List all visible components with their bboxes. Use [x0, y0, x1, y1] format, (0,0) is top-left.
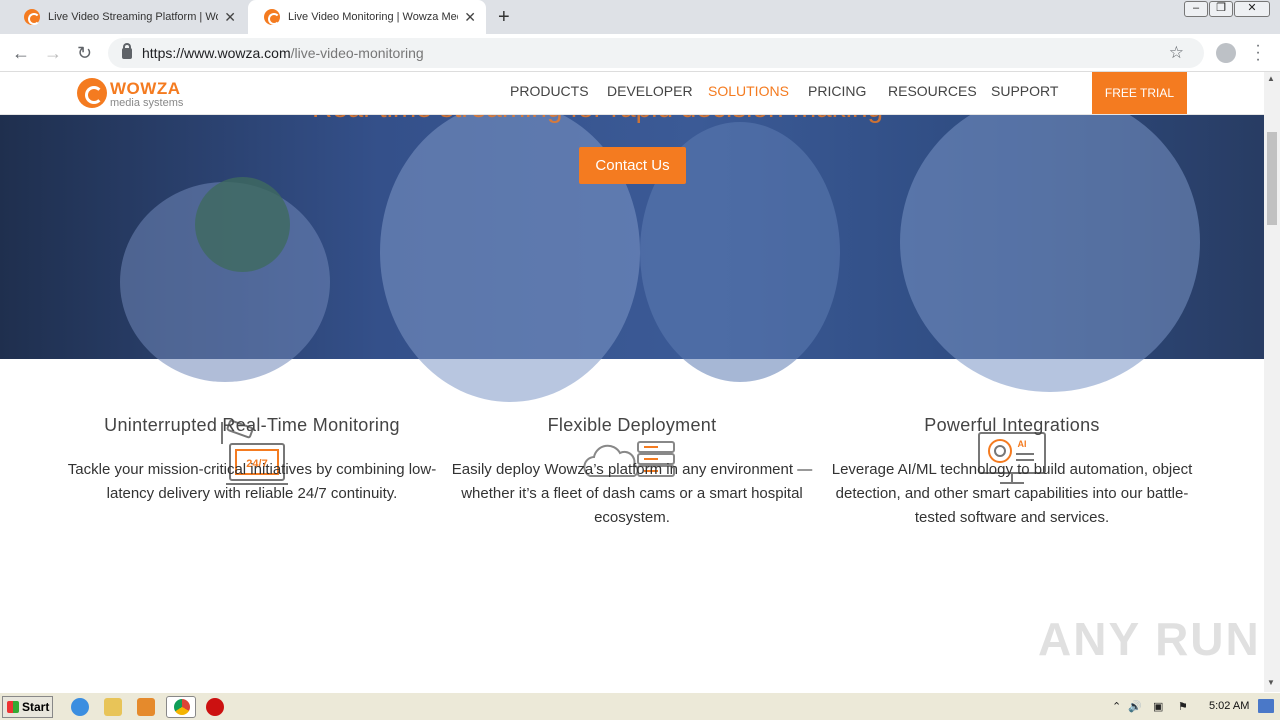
tray-expand-icon[interactable]: ⌃	[1112, 700, 1121, 713]
wowza-favicon-icon	[24, 9, 40, 25]
forward-arrow-icon[interactable]: →	[44, 43, 62, 64]
nav-developer[interactable]: DEVELOPER	[607, 83, 693, 99]
logo-brand-text: WOWZA	[110, 79, 181, 98]
volume-icon[interactable]: 🔊	[1128, 700, 1142, 713]
lock-icon	[122, 42, 132, 59]
show-desktop-icon[interactable]	[1258, 699, 1274, 713]
tab-live-video-streaming[interactable]: Live Video Streaming Platform | Wowza Me…	[8, 0, 246, 34]
wowza-favicon-icon	[264, 9, 280, 25]
start-button[interactable]: Start	[2, 696, 53, 718]
feature-title: Uninterrupted Real-Time Monitoring	[104, 415, 400, 435]
browser-tab-strip: Live Video Streaming Platform | Wowza Me…	[0, 0, 1280, 34]
feature-text: Tackle your mission-critical initiatives…	[67, 461, 437, 502]
address-bar[interactable]: https://www.wowza.com/live-video-monitor…	[108, 38, 1204, 68]
feature-text: Leverage AI/ML technology to build autom…	[831, 461, 1193, 526]
network-icon[interactable]: ▣	[1153, 700, 1163, 713]
feature-integrations: Powerful Integrations Leverage AI/ML tec…	[822, 415, 1202, 530]
action-center-flag-icon[interactable]: ⚑	[1178, 700, 1188, 713]
windows-logo-icon	[7, 701, 19, 713]
internet-explorer-icon[interactable]	[71, 698, 89, 716]
feature-title: Flexible Deployment	[547, 415, 717, 435]
file-explorer-icon[interactable]	[104, 698, 122, 716]
nav-support[interactable]: SUPPORT	[991, 83, 1058, 99]
logo-sub-text: media systems	[110, 97, 184, 109]
minimize-window-button[interactable]: –	[1184, 1, 1208, 17]
nav-solutions[interactable]: SOLUTIONS	[708, 83, 789, 99]
media-player-icon[interactable]	[137, 698, 155, 716]
chrome-icon	[174, 699, 190, 715]
tab-title: Live Video Monitoring | Wowza Media Syst…	[288, 11, 458, 23]
hero-banner: Real-time streaming for rapid decision-m…	[0, 72, 1264, 402]
scrollbar-thumb[interactable]	[1267, 132, 1277, 225]
restore-window-button[interactable]: ❐	[1209, 1, 1233, 17]
windows-taskbar: Start ⌃ 🔊 ▣ ⚑ 5:02 AM	[0, 692, 1280, 720]
back-arrow-icon[interactable]: ←	[12, 43, 30, 64]
tab-title: Live Video Streaming Platform | Wowza Me…	[48, 11, 218, 23]
nav-resources[interactable]: RESOURCES	[888, 83, 977, 99]
site-navigation: WOWZA media systems PRODUCTS DEVELOPER S…	[0, 72, 1264, 115]
browser-toolbar: ← → ↻ https://www.wowza.com/live-video-m…	[0, 34, 1280, 72]
close-window-button[interactable]: ✕	[1234, 1, 1270, 17]
free-trial-button[interactable]: FREE TRIAL	[1092, 72, 1187, 114]
url-host: https://www.wowza.com	[142, 45, 291, 61]
nav-pricing[interactable]: PRICING	[808, 83, 866, 99]
contact-us-button[interactable]: Contact Us	[579, 147, 686, 184]
bookmark-star-icon[interactable]: ☆	[1169, 43, 1184, 63]
feature-deployment: Flexible Deployment Easily deploy Wowza’…	[442, 415, 822, 530]
feature-text: Easily deploy Wowza’s platform in any en…	[451, 461, 813, 526]
hero-photo-shape	[900, 92, 1200, 392]
wowza-logo-icon	[77, 78, 107, 108]
hero-photo-shape	[195, 177, 290, 272]
web-page: Real-time streaming for rapid decision-m…	[0, 72, 1264, 692]
feature-title: Powerful Integrations	[924, 415, 1100, 435]
nav-products[interactable]: PRODUCTS	[510, 83, 589, 99]
tab-live-video-monitoring[interactable]: Live Video Monitoring | Wowza Media Syst…	[248, 0, 486, 34]
reload-icon[interactable]: ↻	[77, 43, 92, 64]
scroll-down-arrow-icon[interactable]: ▼	[1267, 678, 1275, 687]
profile-avatar[interactable]	[1216, 43, 1236, 63]
taskbar-clock[interactable]: 5:02 AM	[1209, 700, 1249, 712]
page-scrollbar[interactable]: ▲ ▼	[1264, 72, 1280, 692]
close-tab-icon[interactable]: ✕	[464, 9, 476, 26]
wowza-logo[interactable]: WOWZA media systems	[77, 76, 187, 112]
new-tab-button[interactable]: +	[498, 6, 510, 29]
anyrun-watermark: ANY RUN	[1038, 613, 1261, 665]
close-tab-icon[interactable]: ✕	[224, 9, 236, 26]
browser-menu-icon[interactable]: · · ·	[1253, 38, 1263, 68]
url-path: /live-video-monitoring	[290, 45, 424, 61]
scroll-up-arrow-icon[interactable]: ▲	[1267, 74, 1275, 83]
feature-monitoring: Uninterrupted Real-Time Monitoring Tackl…	[62, 415, 442, 506]
chrome-taskbar-button[interactable]	[166, 696, 196, 718]
antivirus-alert-icon[interactable]	[206, 698, 224, 716]
start-label: Start	[22, 700, 50, 714]
